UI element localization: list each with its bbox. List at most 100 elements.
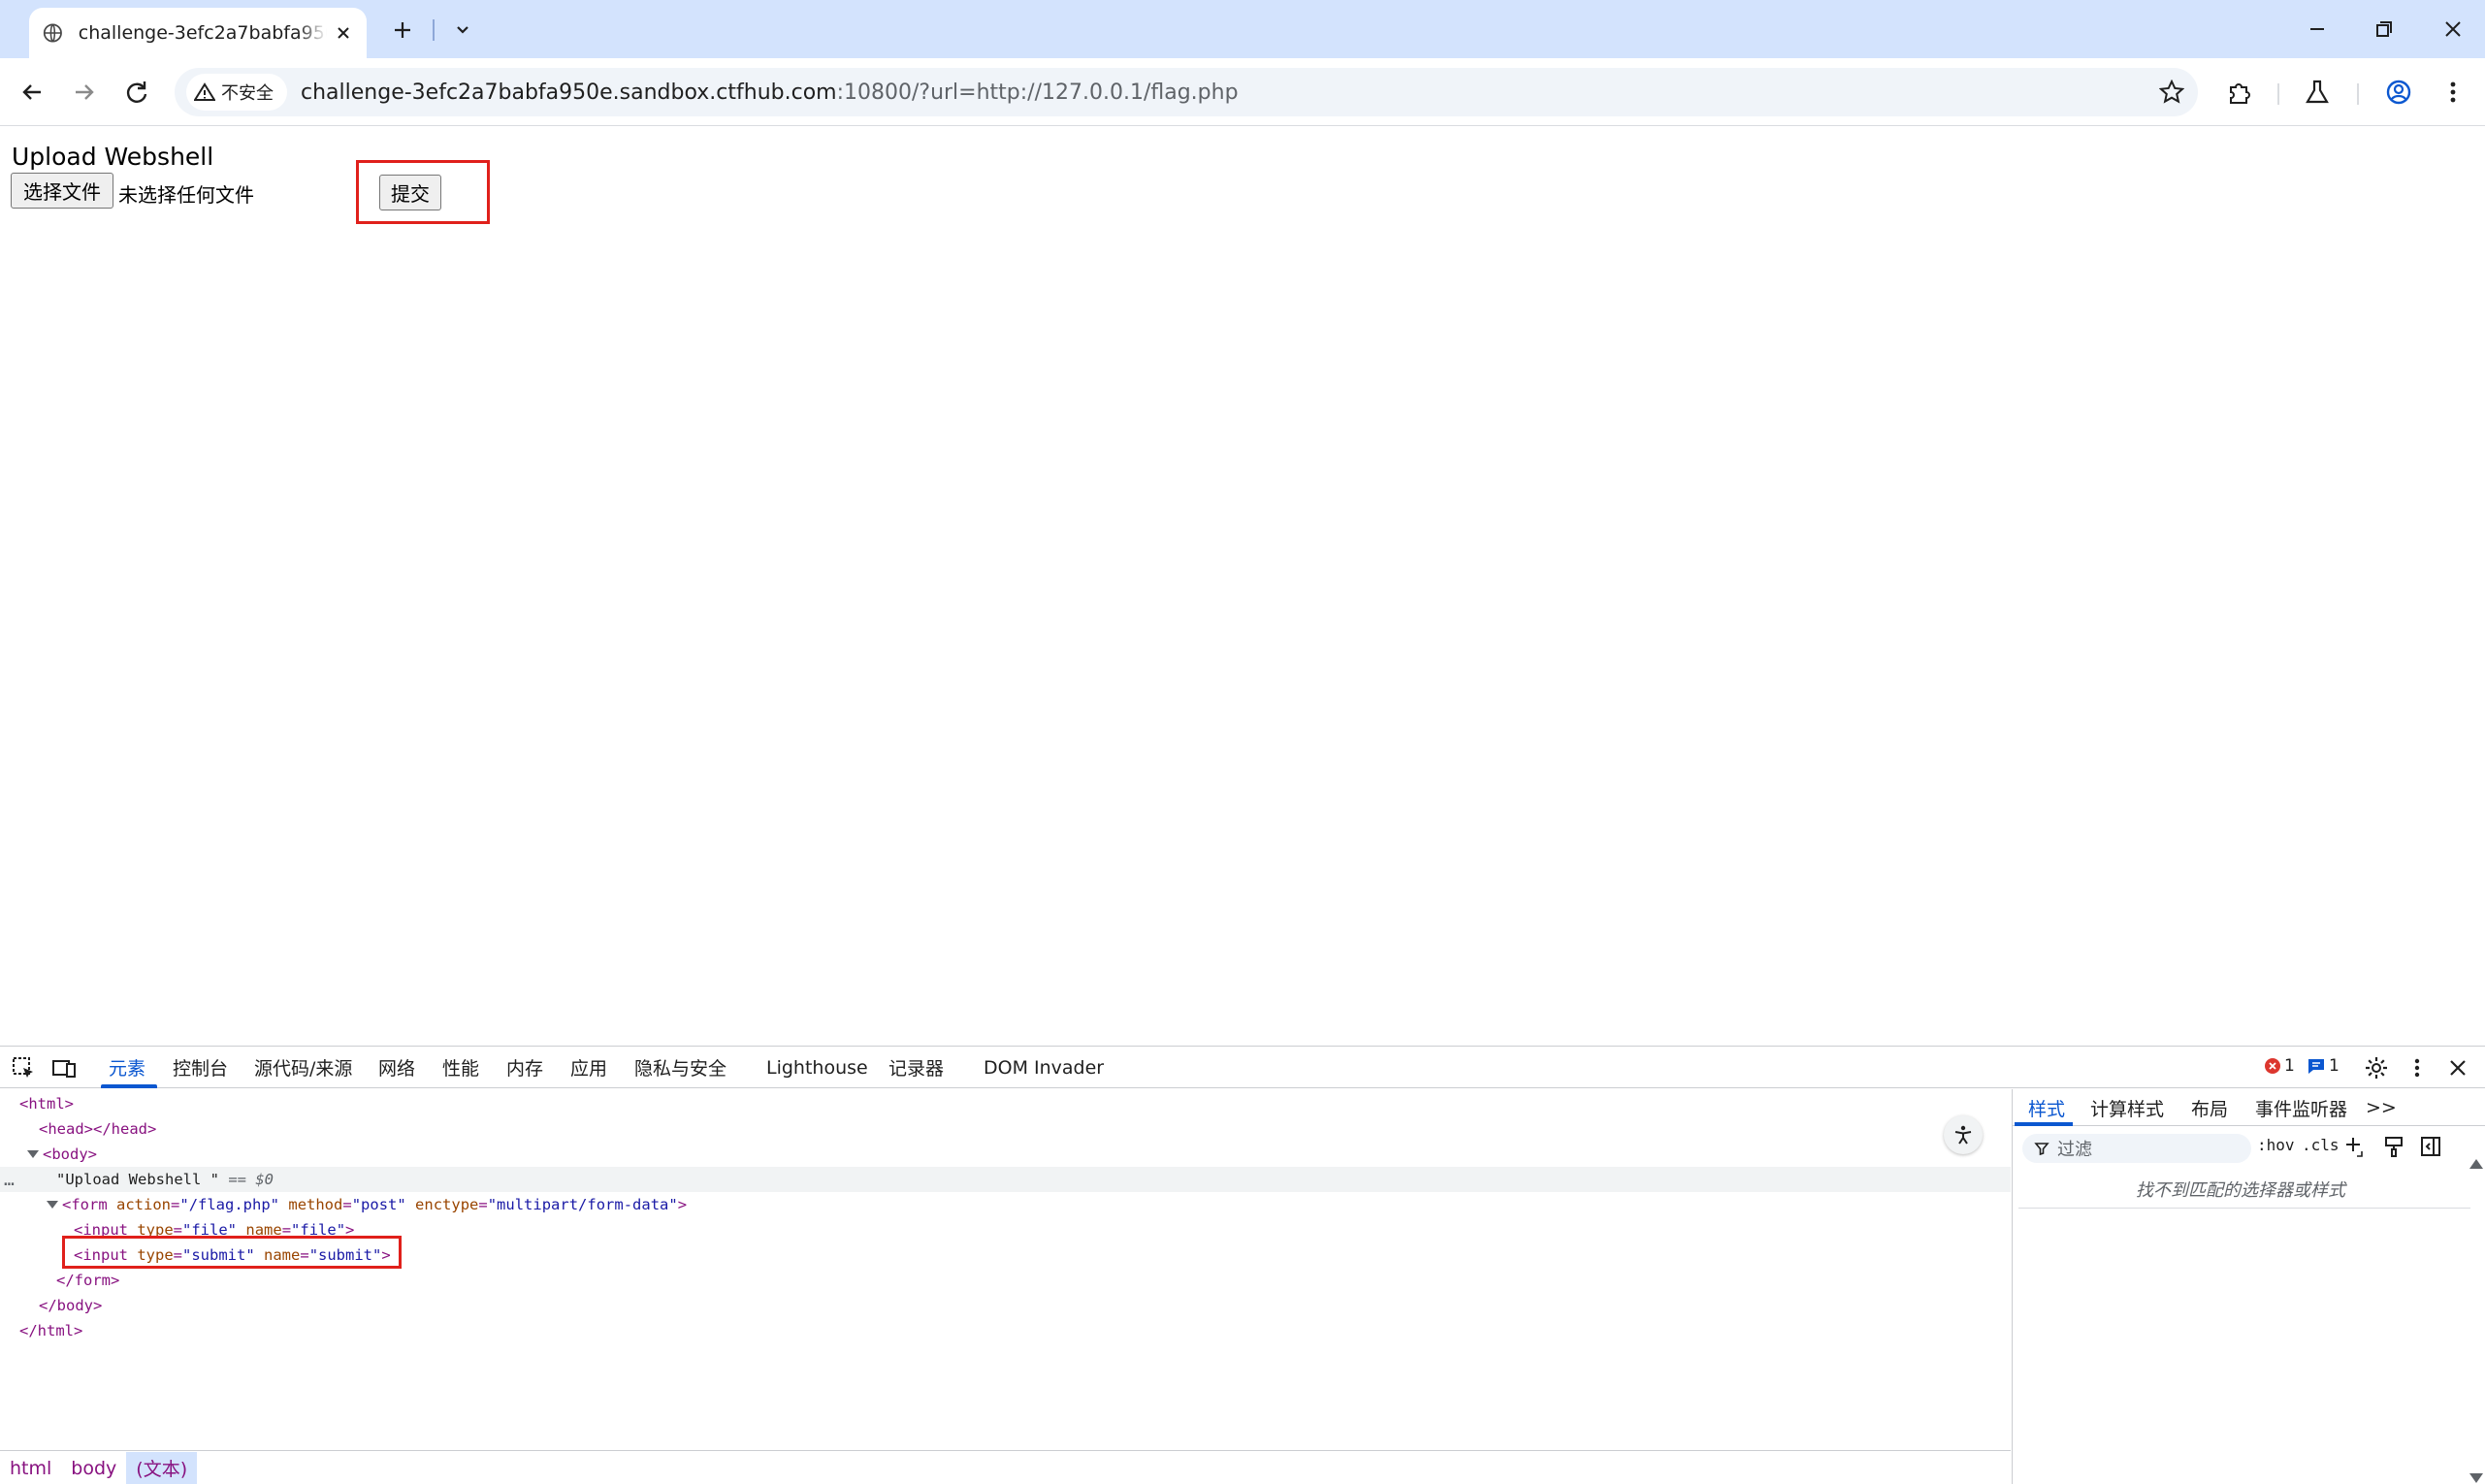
no-file-label: 未选择任何文件 (118, 183, 254, 207)
dom-value: "multipart/form-data" (487, 1196, 678, 1213)
security-chip[interactable]: 不安全 (186, 74, 287, 111)
styles-filter-input[interactable]: 过滤 (2022, 1134, 2251, 1163)
error-badge[interactable]: 1 (2264, 1056, 2295, 1076)
browser-tab-active[interactable]: challenge-3efc2a7babfa950e.sandbox.ctfhu… (29, 8, 367, 58)
page-viewport: Upload Webshell 选择文件 未选择任何文件 提交 (0, 127, 2485, 1046)
hover-state-toggle[interactable]: :hov (2257, 1136, 2295, 1154)
highlight-box-submit-button (356, 160, 490, 224)
choose-file-button[interactable]: 选择文件 (11, 173, 113, 209)
selected-marker: == $0 (228, 1171, 274, 1188)
dom-node-head[interactable]: <head></head> (0, 1116, 2011, 1142)
styles-tab-event-listeners[interactable]: 事件监听器 (2255, 1089, 2347, 1126)
devtools-tab-recorder[interactable]: 记录器 (888, 1047, 944, 1088)
toggle-sidebar-icon[interactable] (2418, 1134, 2443, 1159)
class-toggle[interactable]: .cls (2302, 1136, 2340, 1154)
styles-tab-bar: 样式 计算样式 布局 事件监听器 >> (2013, 1089, 2485, 1126)
devtools-tab-application[interactable]: 应用 (570, 1047, 607, 1088)
filter-placeholder: 过滤 (2057, 1140, 2092, 1160)
breadcrumb-html[interactable]: html (0, 1452, 61, 1484)
labs-flask-icon[interactable] (2301, 76, 2334, 109)
dom-node-form-close[interactable]: </form> (0, 1268, 2011, 1293)
accessibility-icon (1954, 1125, 1972, 1145)
devtools-tab-performance[interactable]: 性能 (442, 1047, 479, 1088)
message-badge[interactable]: 1 (2307, 1056, 2340, 1076)
url-text[interactable]: challenge-3efc2a7babfa950e.sandbox.ctfhu… (301, 81, 1239, 105)
tab-strip: challenge-3efc2a7babfa950e.sandbox.ctfhu… (0, 0, 2485, 58)
dom-node-form[interactable]: <form action = "/flag.php" method = "post" e… (0, 1192, 2011, 1217)
devtools-tab-privacy-security[interactable]: 隐私与安全 (634, 1047, 726, 1088)
menu-kebab-icon[interactable] (2437, 76, 2469, 109)
styles-active-indicator (2015, 1122, 2073, 1126)
scroll-down-arrow-icon[interactable] (2469, 1473, 2483, 1483)
styles-tab-styles[interactable]: 样式 (2028, 1089, 2065, 1126)
styles-tab-more[interactable]: >> (2366, 1089, 2397, 1126)
bookmark-star-icon[interactable] (2159, 80, 2184, 105)
back-arrow-icon[interactable] (16, 76, 48, 109)
security-label: 不安全 (221, 83, 274, 104)
toolbar-separator (2357, 83, 2359, 105)
active-tab-indicator (101, 1084, 157, 1088)
devtools-tab-memory[interactable]: 内存 (506, 1047, 543, 1088)
page-heading: Upload Webshell (12, 143, 214, 171)
styles-divider (2018, 1208, 2470, 1209)
error-icon (2265, 1058, 2280, 1074)
dom-tag: </form> (56, 1272, 120, 1289)
devtools-tab-sources[interactable]: 源代码/来源 (254, 1047, 352, 1088)
styles-empty-message: 找不到匹配的选择器或样式 (2136, 1180, 2345, 1201)
dom-node-html-close[interactable]: </html> (0, 1318, 2011, 1343)
device-toolbar-icon[interactable] (50, 1054, 78, 1081)
devtools-tab-dom-invader[interactable]: DOM Invader (984, 1047, 1104, 1088)
tab-search-chevron-icon[interactable] (448, 16, 477, 45)
devtools-tab-lighthouse[interactable]: Lighthouse (766, 1047, 868, 1088)
dom-tree: <html> <head></head> <body> … "Upload We… (0, 1089, 2011, 1448)
paint-brush-icon[interactable] (2381, 1134, 2406, 1159)
tab-close-icon[interactable] (333, 22, 353, 44)
address-bar[interactable]: 不安全 challenge-3efc2a7babfa950e.sandbox.c… (175, 68, 2198, 116)
dom-tag: <head></head> (39, 1120, 157, 1138)
expand-triangle-icon[interactable] (27, 1150, 39, 1158)
window-close-icon[interactable] (2437, 14, 2469, 45)
restore-icon[interactable] (2367, 14, 2400, 45)
dom-node-body-close[interactable]: </body> (0, 1293, 2011, 1318)
dom-node-body[interactable]: <body> (0, 1142, 2011, 1167)
devtools-more-icon[interactable] (2404, 1054, 2431, 1081)
breadcrumb-text[interactable]: (文本) (126, 1451, 198, 1484)
minimize-icon[interactable] (2301, 14, 2334, 45)
message-icon (2308, 1059, 2324, 1074)
styles-tab-layout[interactable]: 布局 (2191, 1089, 2228, 1126)
dom-tag: <body> (43, 1145, 97, 1163)
profile-avatar-icon[interactable] (2382, 76, 2415, 109)
filter-funnel-icon (2034, 1143, 2049, 1156)
node-actions-ellipsis-icon[interactable]: … (4, 1170, 15, 1190)
settings-gear-icon[interactable] (2363, 1054, 2390, 1081)
styles-tab-computed[interactable]: 计算样式 (2090, 1089, 2164, 1126)
new-tab-icon[interactable] (388, 16, 417, 45)
reload-icon[interactable] (120, 76, 153, 109)
dom-tag: <html> (19, 1095, 74, 1113)
devtools-tab-network[interactable]: 网络 (378, 1047, 415, 1088)
url-path: :10800/?url=http://127.0.0.1/flag.php (836, 80, 1239, 105)
devtools-close-icon[interactable] (2444, 1054, 2471, 1081)
scroll-up-arrow-icon[interactable] (2469, 1159, 2483, 1169)
devtools-tab-console[interactable]: 控制台 (173, 1047, 228, 1088)
globe-icon (43, 23, 62, 43)
expand-triangle-icon[interactable] (47, 1201, 58, 1209)
dom-tag: </body> (39, 1297, 103, 1314)
new-style-rule-icon[interactable] (2342, 1134, 2368, 1159)
dom-node-html[interactable]: <html> (0, 1091, 2011, 1116)
dom-tag: > (677, 1196, 688, 1213)
error-count: 1 (2284, 1056, 2295, 1076)
accessibility-tree-toggle[interactable] (1944, 1115, 1983, 1154)
devtools-tab-elements[interactable]: 元素 (109, 1047, 145, 1088)
highlight-box-submit-input (62, 1236, 402, 1269)
forward-arrow-icon[interactable] (68, 76, 101, 109)
extensions-puzzle-icon[interactable] (2223, 76, 2256, 109)
url-host: challenge-3efc2a7babfa950e.sandbox.ctfhu… (301, 80, 837, 105)
inspect-element-icon[interactable] (10, 1054, 37, 1081)
dom-node-text-selected[interactable]: … "Upload Webshell " == $0 (0, 1167, 2011, 1192)
breadcrumb-body[interactable]: body (61, 1452, 126, 1484)
dom-value: "post" (351, 1196, 406, 1213)
dom-value: "/flag.php" (179, 1196, 280, 1213)
dom-attr: method (288, 1196, 343, 1213)
tab-separator (433, 19, 435, 41)
